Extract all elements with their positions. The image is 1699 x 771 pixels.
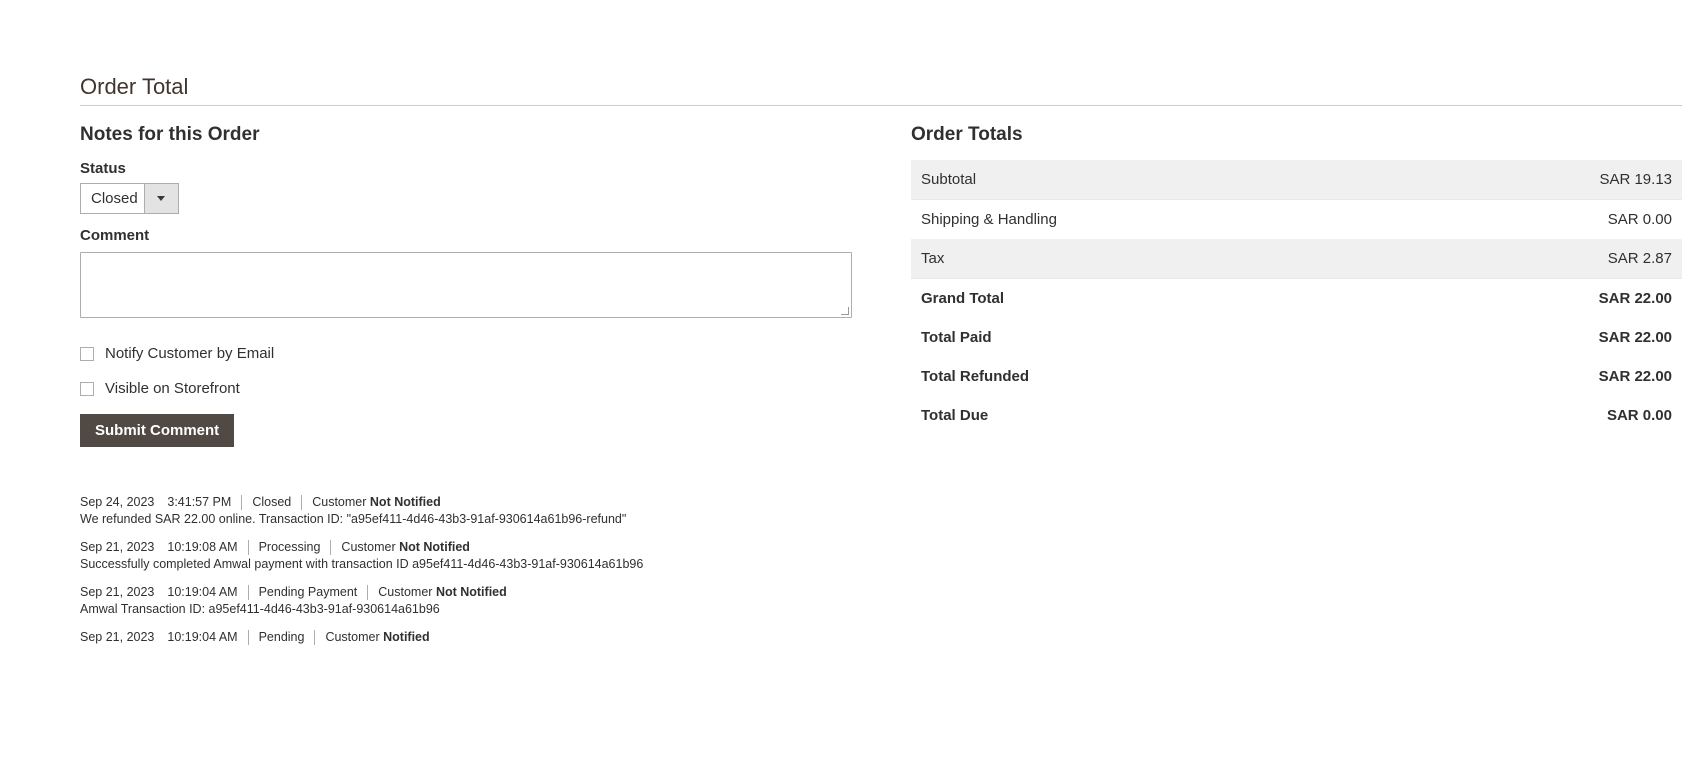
visible-storefront-checkbox[interactable] bbox=[80, 381, 94, 396]
section-divider bbox=[80, 105, 1682, 106]
history-separator bbox=[330, 539, 332, 555]
status-select[interactable]: Closed bbox=[80, 183, 179, 214]
history-customer-prefix: Customer bbox=[312, 495, 367, 509]
chevron-down-icon bbox=[157, 196, 165, 201]
history-item: Sep 21, 2023 10:19:04 AM Pending Payment… bbox=[80, 583, 852, 616]
totals-label: Total Refunded bbox=[921, 368, 1030, 385]
status-select-toggle[interactable] bbox=[144, 184, 178, 213]
history-item: Sep 21, 2023 10:19:08 AM Processing Cust… bbox=[80, 538, 852, 571]
totals-amount: SAR 0.00 bbox=[1607, 211, 1672, 228]
history-separator bbox=[314, 629, 316, 645]
visible-storefront-label[interactable]: Visible on Storefront bbox=[105, 380, 240, 397]
history-time: 10:19:08 AM bbox=[167, 540, 238, 554]
section-title: Order Total bbox=[80, 74, 189, 99]
history-item: Sep 21, 2023 10:19:04 AM Pending Custome… bbox=[80, 628, 852, 646]
totals-amount: SAR 19.13 bbox=[1393, 160, 1682, 200]
history-time: 3:41:57 PM bbox=[167, 495, 232, 509]
totals-label: Grand Total bbox=[921, 290, 1005, 307]
history-date: Sep 21, 2023 bbox=[80, 585, 155, 599]
history-comment: Amwal Transaction ID: a95ef411-4d46-43b3… bbox=[80, 602, 440, 616]
totals-table: Subtotal SAR 19.13 Shipping & Handling S… bbox=[911, 160, 1682, 435]
history-date: Sep 21, 2023 bbox=[80, 630, 155, 644]
history-separator bbox=[247, 584, 249, 600]
status-select-value: Closed bbox=[91, 190, 138, 207]
status-label: Status bbox=[80, 160, 126, 177]
history-comment: We refunded SAR 22.00 online. Transactio… bbox=[80, 512, 627, 526]
history-date: Sep 21, 2023 bbox=[80, 540, 155, 554]
totals-amount: SAR 2.87 bbox=[1393, 239, 1682, 279]
comment-label: Comment bbox=[80, 227, 150, 244]
history-status: Pending Payment bbox=[258, 585, 358, 599]
totals-label: Subtotal bbox=[911, 160, 1394, 200]
history-status: Closed bbox=[252, 495, 292, 509]
totals-heading: Order Totals bbox=[911, 124, 1023, 145]
history-status: Pending bbox=[258, 630, 305, 644]
order-history-list: Sep 24, 2023 3:41:57 PM Closed Customer … bbox=[80, 493, 852, 646]
notify-customer-option[interactable]: Notify Customer by Email bbox=[80, 336, 852, 371]
totals-row-shipping: Shipping & Handling SAR 0.00 bbox=[911, 200, 1682, 240]
totals-row-total-due: Total Due SAR 0.00 bbox=[911, 396, 1682, 435]
history-customer-status: Not Notified bbox=[399, 540, 470, 554]
history-customer-status: Not Notified bbox=[369, 495, 441, 509]
comment-textarea[interactable] bbox=[80, 252, 852, 318]
history-customer-prefix: Customer bbox=[325, 630, 380, 644]
history-separator bbox=[367, 584, 369, 600]
history-customer-status: Not Notified bbox=[435, 585, 507, 599]
totals-row-total-refunded: Total Refunded SAR 22.00 bbox=[911, 357, 1682, 396]
totals-label: Total Due bbox=[921, 407, 989, 424]
totals-row-subtotal: Subtotal SAR 19.13 bbox=[911, 160, 1682, 200]
notify-customer-label[interactable]: Notify Customer by Email bbox=[105, 345, 274, 362]
totals-row-total-paid: Total Paid SAR 22.00 bbox=[911, 318, 1682, 357]
history-time: 10:19:04 AM bbox=[167, 630, 238, 644]
notify-customer-checkbox[interactable] bbox=[80, 346, 94, 361]
history-customer-prefix: Customer bbox=[378, 585, 433, 599]
history-customer-status: Notified bbox=[383, 630, 430, 644]
totals-amount: SAR 22.00 bbox=[1598, 368, 1672, 385]
history-separator bbox=[301, 494, 303, 510]
order-totals-panel: Order Totals Subtotal SAR 19.13 Shipping… bbox=[911, 124, 1682, 435]
history-separator bbox=[241, 494, 243, 510]
history-comment: Successfully completed Amwal payment wit… bbox=[80, 557, 644, 571]
resize-handle-icon[interactable] bbox=[841, 307, 849, 315]
totals-label: Tax bbox=[911, 239, 1394, 279]
history-status: Processing bbox=[258, 540, 321, 554]
totals-amount: SAR 22.00 bbox=[1598, 290, 1672, 307]
history-item: Sep 24, 2023 3:41:57 PM Closed Customer … bbox=[80, 493, 852, 526]
history-customer-prefix: Customer bbox=[341, 540, 396, 554]
history-separator bbox=[247, 539, 249, 555]
submit-comment-button[interactable]: Submit Comment bbox=[80, 414, 235, 447]
visible-storefront-option[interactable]: Visible on Storefront bbox=[80, 371, 852, 406]
order-notes-panel: Notes for this Order Status Closed Comme… bbox=[80, 124, 852, 658]
totals-amount: SAR 22.00 bbox=[1598, 329, 1672, 346]
history-separator bbox=[247, 629, 249, 645]
totals-row-tax: Tax SAR 2.87 bbox=[911, 239, 1682, 279]
totals-label: Shipping & Handling bbox=[921, 211, 1057, 228]
notes-heading: Notes for this Order bbox=[80, 124, 260, 145]
totals-amount: SAR 0.00 bbox=[1606, 407, 1672, 424]
history-date: Sep 24, 2023 bbox=[80, 495, 155, 509]
totals-row-grand-total: Grand Total SAR 22.00 bbox=[911, 279, 1682, 319]
history-time: 10:19:04 AM bbox=[167, 585, 238, 599]
totals-label: Total Paid bbox=[921, 329, 992, 346]
